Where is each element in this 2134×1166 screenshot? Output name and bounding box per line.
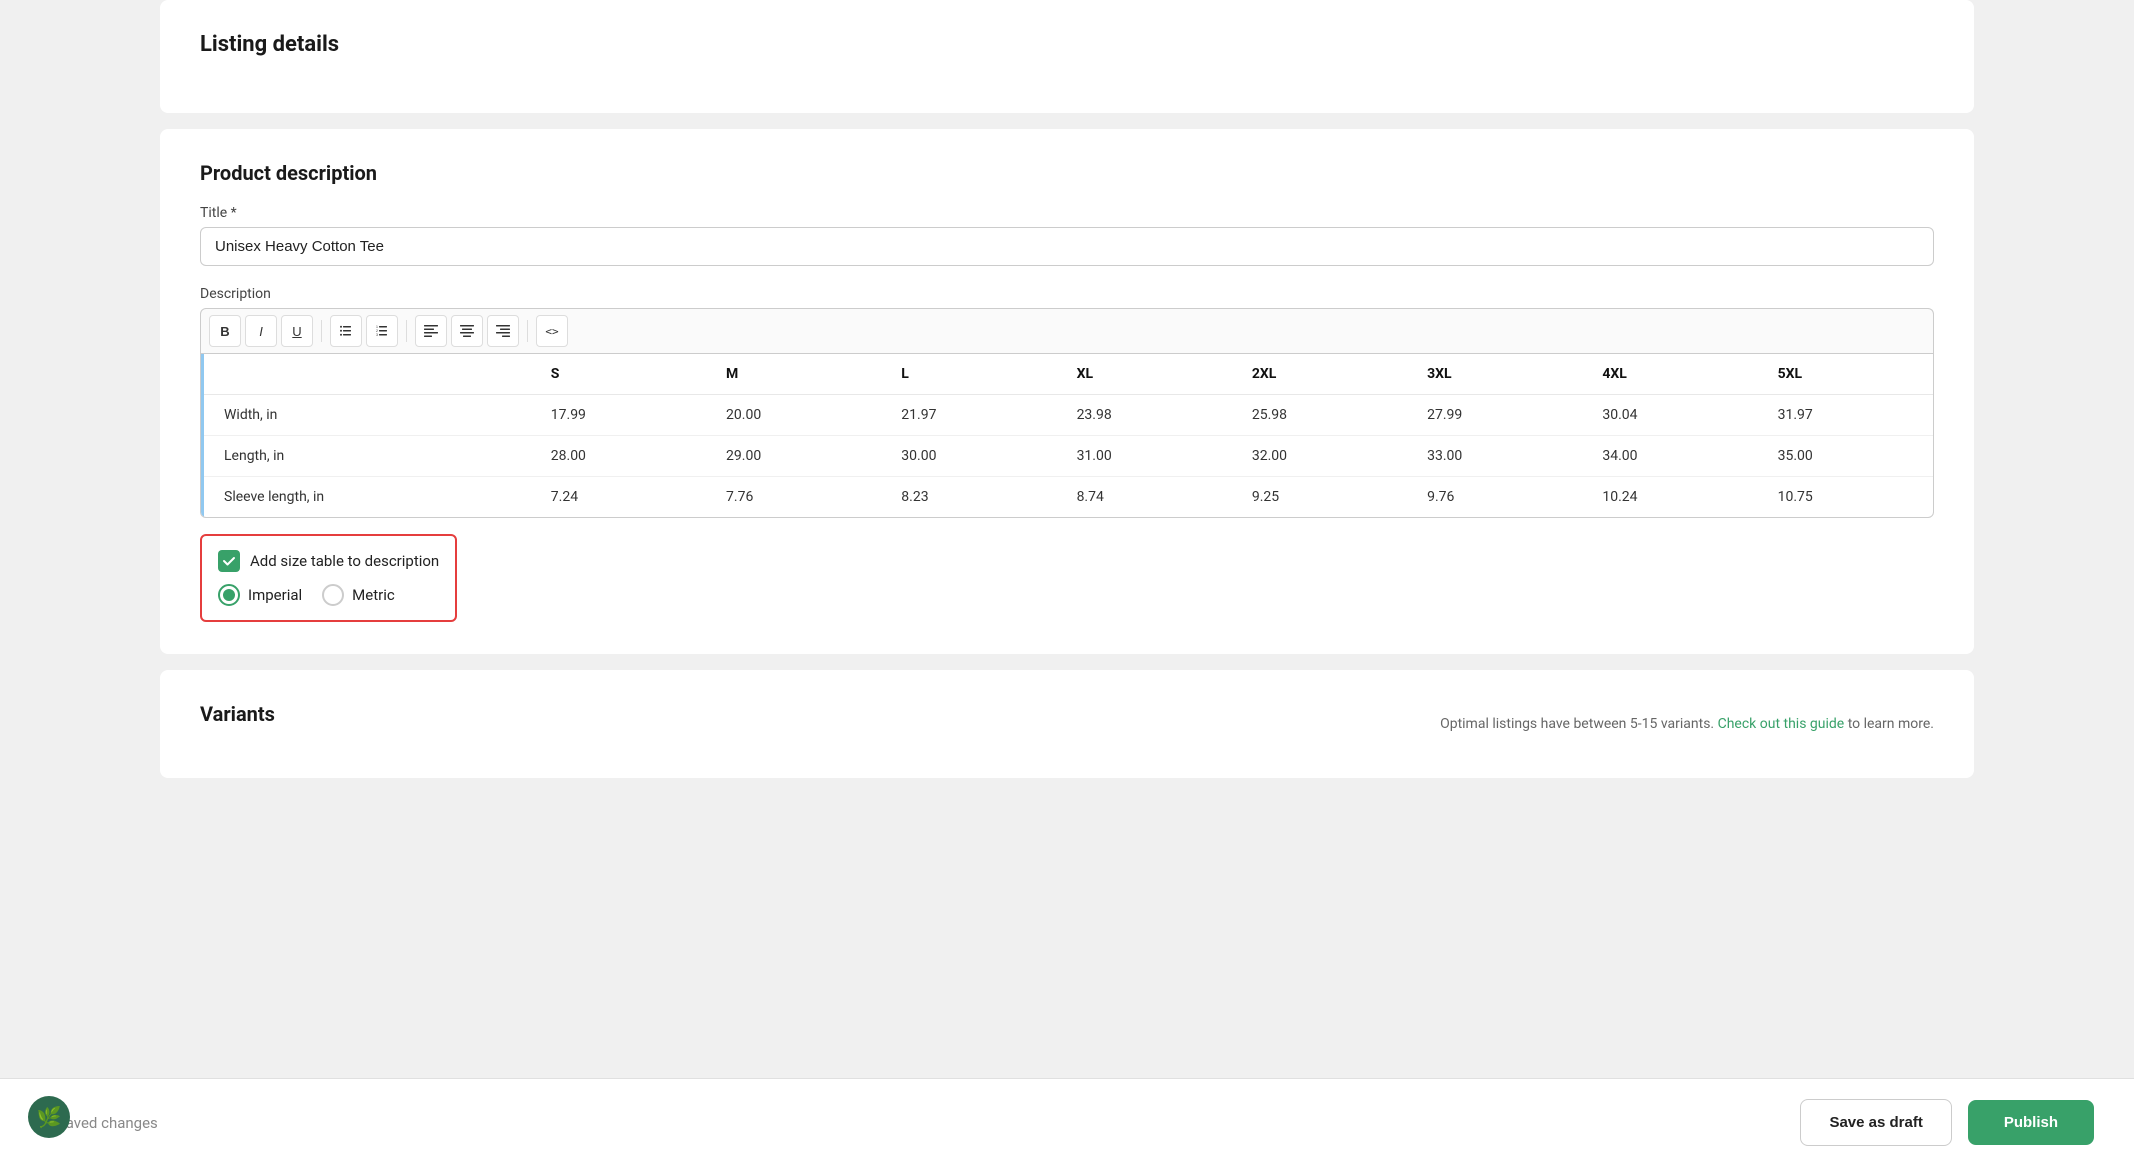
row-length-3xl: 33.00: [1407, 436, 1582, 477]
underline-button[interactable]: U: [281, 315, 313, 347]
listing-details-title: Listing details: [200, 32, 1934, 57]
align-center-button[interactable]: [451, 315, 483, 347]
row-sleeve-xl: 8.74: [1057, 477, 1232, 518]
variants-title: Variants: [200, 702, 275, 726]
add-size-table-checkbox[interactable]: [218, 550, 240, 572]
row-length-s: 28.00: [531, 436, 706, 477]
table-header-4xl: 4XL: [1582, 354, 1757, 395]
row-length-xl: 31.00: [1057, 436, 1232, 477]
table-header-m: M: [706, 354, 881, 395]
table-header-empty: [204, 354, 531, 395]
ordered-list-button[interactable]: 123: [366, 315, 398, 347]
svg-text:3: 3: [376, 333, 378, 337]
row-label-length: Length, in: [204, 436, 531, 477]
row-label-width: Width, in: [204, 395, 531, 436]
imperial-label: Imperial: [248, 586, 302, 604]
table-row: Width, in 17.99 20.00 21.97 23.98 25.98 …: [204, 395, 1933, 436]
table-header-2xl: 2XL: [1232, 354, 1407, 395]
row-width-m: 20.00: [706, 395, 881, 436]
save-draft-button[interactable]: Save as draft: [1800, 1099, 1951, 1146]
metric-radio[interactable]: [322, 584, 344, 606]
row-sleeve-5xl: 10.75: [1758, 477, 1933, 518]
row-sleeve-4xl: 10.24: [1582, 477, 1757, 518]
row-sleeve-s: 7.24: [531, 477, 706, 518]
row-width-2xl: 25.98: [1232, 395, 1407, 436]
row-sleeve-m: 7.76: [706, 477, 881, 518]
table-row: Sleeve length, in 7.24 7.76 8.23 8.74 9.…: [204, 477, 1933, 518]
title-input[interactable]: [200, 227, 1934, 266]
size-table-options-group: Add size table to description Imperial M…: [200, 534, 457, 622]
description-editor[interactable]: S M L XL 2XL 3XL 4XL 5XL: [200, 353, 1934, 518]
variants-hint: Optimal listings have between 5-15 varia…: [1440, 716, 1934, 732]
imperial-radio[interactable]: [218, 584, 240, 606]
publish-button[interactable]: Publish: [1968, 1100, 2094, 1145]
italic-button[interactable]: I: [245, 315, 277, 347]
variants-hint-end: to learn more.: [1848, 716, 1934, 732]
toolbar-separator-3: [527, 320, 528, 342]
row-sleeve-l: 8.23: [881, 477, 1056, 518]
row-width-l: 21.97: [881, 395, 1056, 436]
row-width-5xl: 31.97: [1758, 395, 1933, 436]
variants-card: Variants Optimal listings have between 5…: [160, 670, 1974, 778]
table-header-s: S: [531, 354, 706, 395]
variants-hint-text: Optimal listings have between 5-15 varia…: [1440, 716, 1714, 732]
table-header-l: L: [881, 354, 1056, 395]
variants-guide-link[interactable]: Check out this guide: [1718, 716, 1845, 732]
metric-radio-option[interactable]: Metric: [322, 584, 395, 606]
align-left-button[interactable]: [415, 315, 447, 347]
row-length-2xl: 32.00: [1232, 436, 1407, 477]
row-length-4xl: 34.00: [1582, 436, 1757, 477]
row-length-m: 29.00: [706, 436, 881, 477]
description-toolbar: B I U 123: [200, 308, 1934, 353]
row-sleeve-3xl: 9.76: [1407, 477, 1582, 518]
add-size-table-row: Add size table to description: [218, 550, 439, 572]
unit-radio-group: Imperial Metric: [218, 584, 439, 606]
row-width-xl: 23.98: [1057, 395, 1232, 436]
description-label: Description: [200, 286, 1934, 302]
imperial-radio-option[interactable]: Imperial: [218, 584, 302, 606]
row-width-4xl: 30.04: [1582, 395, 1757, 436]
imperial-radio-inner: [223, 589, 235, 601]
table-header-xl: XL: [1057, 354, 1232, 395]
row-label-sleeve: Sleeve length, in: [204, 477, 531, 518]
row-length-l: 30.00: [881, 436, 1056, 477]
toolbar-separator-2: [406, 320, 407, 342]
table-row: Length, in 28.00 29.00 30.00 31.00 32.00…: [204, 436, 1933, 477]
unordered-list-button[interactable]: [330, 315, 362, 347]
row-length-5xl: 35.00: [1758, 436, 1933, 477]
product-description-title: Product description: [200, 161, 1934, 185]
toolbar-separator-1: [321, 320, 322, 342]
title-label: Title *: [200, 205, 1934, 221]
add-size-table-label: Add size table to description: [250, 552, 439, 570]
avatar-button[interactable]: 🌿: [28, 1096, 70, 1138]
bottom-bar: Unsaved changes Save as draft Publish: [0, 1078, 2134, 1166]
table-header-3xl: 3XL: [1407, 354, 1582, 395]
align-right-button[interactable]: [487, 315, 519, 347]
size-table: S M L XL 2XL 3XL 4XL 5XL: [204, 354, 1933, 517]
avatar-icon: 🌿: [37, 1105, 62, 1130]
table-header-5xl: 5XL: [1758, 354, 1933, 395]
code-button[interactable]: <>: [536, 315, 568, 347]
variants-header: Variants Optimal listings have between 5…: [200, 702, 1934, 746]
row-width-3xl: 27.99: [1407, 395, 1582, 436]
row-width-s: 17.99: [531, 395, 706, 436]
row-sleeve-2xl: 9.25: [1232, 477, 1407, 518]
bold-button[interactable]: B: [209, 315, 241, 347]
metric-label: Metric: [352, 586, 395, 604]
